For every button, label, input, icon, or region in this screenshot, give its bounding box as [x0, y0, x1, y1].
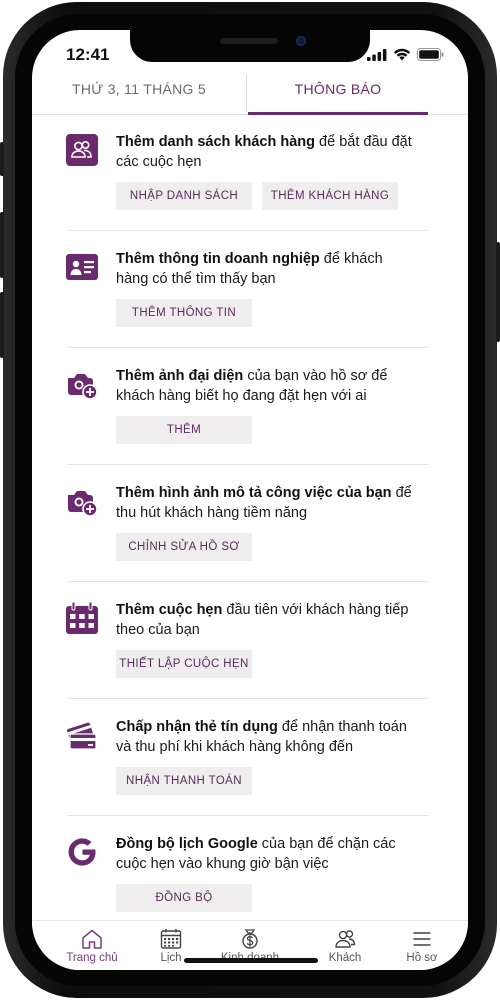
home-indicator[interactable] — [184, 958, 318, 963]
add-customer-button[interactable]: THÊM KHÁCH HÀNG — [262, 182, 398, 210]
item-text: Thêm thông tin doanh nghiệp để khách hàn… — [116, 249, 416, 289]
list-item: Đồng bộ lịch Google của bạn để chặn các … — [32, 816, 468, 932]
nav-label: Hồ sơ — [406, 952, 438, 964]
tab-divider — [246, 74, 247, 112]
calendar-grid-icon — [160, 929, 182, 949]
set-appointment-button[interactable]: THIẾT LẬP CUỘC HẸN — [116, 650, 252, 678]
nav-home[interactable]: Trang chủ — [56, 923, 128, 969]
credit-card-icon — [67, 722, 97, 750]
item-text: Đồng bộ lịch Google của bạn để chặn các … — [116, 834, 416, 874]
add-photo-icon — [68, 374, 98, 400]
customers-icon — [335, 930, 356, 948]
list-item: Chấp nhận thẻ tín dụng để nhận thanh toá… — [32, 699, 468, 815]
calendar-icon — [66, 602, 98, 634]
screen: 12:41 THỨ 3, 11 THÁNG 5 THÔNG BÁO Thêm d… — [32, 30, 468, 970]
item-title: Thêm cuộc hẹn — [116, 602, 223, 618]
google-icon — [68, 838, 96, 866]
import-list-button[interactable]: NHẬP DANH SÁCH — [116, 182, 252, 210]
volume-up-button — [0, 212, 4, 278]
item-title: Thêm danh sách khách hàng — [116, 134, 316, 150]
camera — [296, 36, 306, 46]
list-item: Thêm cuộc hẹn đầu tiên với khách hàng ti… — [32, 582, 468, 698]
item-title: Chấp nhận thẻ tín dụng — [116, 719, 278, 735]
add-info-button[interactable]: THÊM THÔNG TIN — [116, 299, 252, 327]
tab-date[interactable]: THỨ 3, 11 THÁNG 5 — [32, 74, 246, 112]
item-title: Thêm ảnh đại diện — [116, 368, 244, 384]
business-card-icon — [66, 254, 98, 280]
item-text: Chấp nhận thẻ tín dụng để nhận thanh toá… — [116, 717, 416, 757]
item-actions: CHỈNH SỬA HỒ SƠ — [116, 533, 252, 561]
nav-label: Khách — [328, 952, 362, 964]
list-item: Thêm thông tin doanh nghiệp để khách hàn… — [32, 231, 468, 347]
list-item: Thêm hình ảnh mô tả công việc của bạn để… — [32, 465, 468, 581]
battery-icon — [417, 48, 444, 61]
notification-list: Thêm danh sách khách hàng để bắt đầu đặt… — [32, 114, 468, 920]
item-title: Thêm hình ảnh mô tả công việc của bạn — [116, 485, 392, 501]
power-button — [496, 242, 500, 342]
add-avatar-button[interactable]: THÊM — [116, 416, 252, 444]
status-icons — [367, 48, 444, 61]
receive-payment-button[interactable]: NHẬN THANH TOÁN — [116, 767, 252, 795]
signal-icon — [367, 48, 387, 61]
volume-down-button — [0, 292, 4, 358]
nav-label: Trang chủ — [66, 952, 118, 964]
status-time: 12:41 — [66, 45, 110, 64]
item-text: Thêm danh sách khách hàng để bắt đầu đặt… — [116, 132, 416, 172]
item-title: Đồng bộ lịch Google — [116, 836, 258, 852]
people-icon — [66, 134, 98, 166]
item-text: Thêm hình ảnh mô tả công việc của bạn để… — [116, 483, 416, 523]
item-actions: THÊM THÔNG TIN — [116, 299, 252, 327]
tab-bar: THỨ 3, 11 THÁNG 5 THÔNG BÁO — [32, 74, 468, 115]
item-text: Thêm ảnh đại diện của bạn vào hồ sơ để k… — [116, 366, 416, 406]
tab-notifications[interactable]: THÔNG BÁO — [248, 74, 428, 115]
menu-icon — [413, 932, 431, 946]
list-item: Thêm danh sách khách hàng để bắt đầu đặt… — [32, 114, 468, 230]
item-actions: THIẾT LẬP CUỘC HẸN — [116, 650, 252, 678]
item-actions: ĐỒNG BỘ — [116, 884, 252, 912]
item-actions: NHẬP DANH SÁCH THÊM KHÁCH HÀNG — [116, 182, 398, 210]
home-icon — [82, 929, 102, 949]
nav-customers[interactable]: Khách — [309, 923, 381, 969]
wifi-icon — [393, 48, 411, 61]
edit-profile-button[interactable]: CHỈNH SỬA HỒ SƠ — [116, 533, 252, 561]
notch — [130, 30, 370, 62]
item-actions: THÊM — [116, 416, 252, 444]
money-icon — [242, 929, 258, 949]
sync-button[interactable]: ĐỒNG BỘ — [116, 884, 252, 912]
speaker — [220, 38, 278, 44]
list-item: Thêm ảnh đại diện của bạn vào hồ sơ để k… — [32, 348, 468, 464]
mute-switch — [0, 142, 4, 176]
item-title: Thêm thông tin doanh nghiệp — [116, 251, 320, 267]
nav-profile[interactable]: Hồ sơ — [386, 923, 458, 969]
item-text: Thêm cuộc hẹn đầu tiên với khách hàng ti… — [116, 600, 416, 640]
item-actions: NHẬN THANH TOÁN — [116, 767, 252, 795]
add-photo-icon — [68, 491, 98, 517]
